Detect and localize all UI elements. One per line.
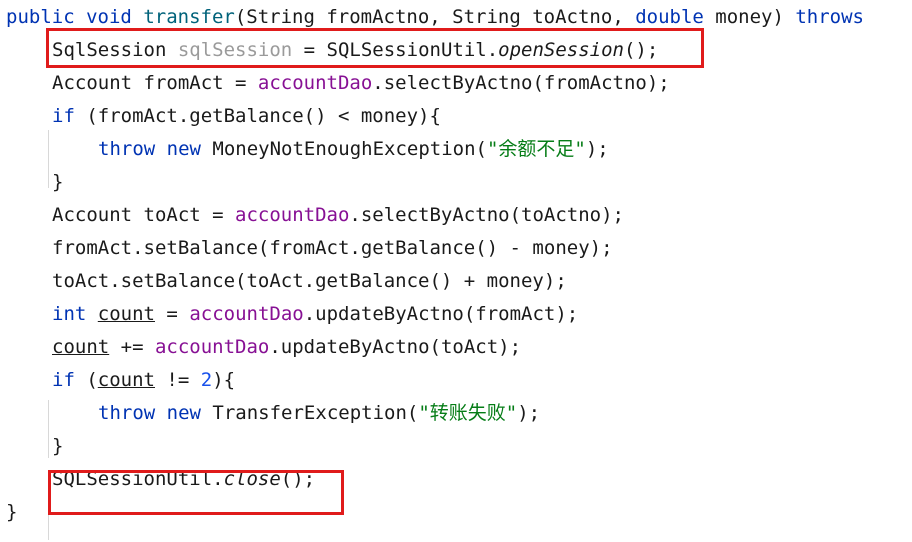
code-token: throw xyxy=(98,402,156,424)
code-line[interactable]: Account fromAct = accountDao.selectByAct… xyxy=(52,67,670,100)
code-line[interactable]: Account toAct = accountDao.selectByActno… xyxy=(52,199,624,232)
code-token: fromAct.setBalance(fromAct.getBalance() … xyxy=(52,237,613,259)
code-token: .updateByActno(fromAct); xyxy=(303,303,579,325)
code-token: ); xyxy=(517,402,541,424)
code-token: accountDao xyxy=(154,336,270,358)
code-line[interactable]: } xyxy=(6,496,17,529)
code-token: toAct.setBalance(toAct.getBalance() + mo… xyxy=(52,270,567,292)
indent-guide-line xyxy=(48,400,49,458)
code-token: .selectByActno(fromActno); xyxy=(372,72,670,94)
code-line[interactable]: throw new TransferException("转账失败"); xyxy=(98,397,540,430)
code-line[interactable]: public void transfer(String fromActno, S… xyxy=(6,1,864,34)
code-token: ( xyxy=(74,369,98,391)
code-token: public xyxy=(6,6,75,28)
code-token: if xyxy=(52,369,75,391)
code-line[interactable]: count += accountDao.updateByActno(toAct)… xyxy=(52,331,521,364)
code-token: accountDao xyxy=(257,72,373,94)
code-token: sqlSession xyxy=(177,39,293,61)
code-token: int xyxy=(52,303,87,325)
indent-guide-line xyxy=(48,500,49,540)
code-token: throw xyxy=(98,138,156,160)
code-token: close xyxy=(223,468,281,490)
code-token: "余额不足" xyxy=(486,138,586,160)
code-editor-canvas[interactable]: public void transfer(String fromActno, S… xyxy=(0,0,912,542)
code-line[interactable]: throw new MoneyNotEnoughException("余额不足"… xyxy=(98,133,609,166)
code-token: transfer xyxy=(143,6,235,28)
code-line[interactable]: } xyxy=(52,166,63,199)
code-token: } xyxy=(6,501,18,523)
code-token: count xyxy=(52,336,110,358)
code-token: = xyxy=(154,303,190,325)
code-token: Account fromAct = xyxy=(52,72,258,94)
code-token: = SQLSessionUtil. xyxy=(292,39,499,61)
indent-guide-line xyxy=(48,130,49,188)
code-token: ){ xyxy=(212,369,236,391)
code-token: void xyxy=(86,6,132,28)
code-token: double xyxy=(635,6,704,28)
code-token: money) xyxy=(703,6,796,28)
code-token: 2 xyxy=(200,369,213,391)
code-token: count xyxy=(97,369,155,391)
code-token: .updateByActno(toAct); xyxy=(269,336,522,358)
code-token: != xyxy=(154,369,201,391)
code-token: new xyxy=(166,402,201,424)
code-token: SqlSession xyxy=(52,39,178,61)
code-line[interactable]: if (count != 2){ xyxy=(52,364,235,397)
code-token: accountDao xyxy=(189,303,304,325)
code-token: "转账失败" xyxy=(418,402,518,424)
code-token: new xyxy=(166,138,201,160)
code-token: Account toAct = xyxy=(52,204,236,226)
code-token: MoneyNotEnoughException( xyxy=(200,138,487,160)
code-token: } xyxy=(52,435,64,457)
code-token: .selectByActno(toActno); xyxy=(349,204,624,226)
code-line[interactable]: } xyxy=(52,430,63,463)
code-line[interactable]: SqlSession sqlSession = SQLSessionUtil.o… xyxy=(52,34,658,67)
code-line[interactable]: SQLSessionUtil.close(); xyxy=(52,463,315,496)
code-token: throws xyxy=(795,6,864,28)
code-token: count xyxy=(97,303,155,325)
code-line[interactable]: toAct.setBalance(toAct.getBalance() + mo… xyxy=(52,265,567,298)
code-token: TransferException( xyxy=(200,402,419,424)
code-line[interactable]: if (fromAct.getBalance() < money){ xyxy=(52,100,441,133)
code-token: accountDao xyxy=(235,204,350,226)
code-token: (String fromActno, String toActno, xyxy=(234,6,636,28)
code-token: (); xyxy=(280,468,316,490)
code-token: ); xyxy=(585,138,609,160)
code-token: SQLSessionUtil. xyxy=(52,468,224,490)
code-line[interactable]: fromAct.setBalance(fromAct.getBalance() … xyxy=(52,232,613,265)
code-token: (); xyxy=(623,39,659,61)
code-token: if xyxy=(52,105,75,127)
code-token: } xyxy=(52,171,64,193)
code-token: += xyxy=(109,336,155,358)
code-line[interactable]: int count = accountDao.updateByActno(fro… xyxy=(52,298,578,331)
code-token: openSession xyxy=(498,39,624,61)
code-token: (fromAct.getBalance() < money){ xyxy=(74,105,441,127)
